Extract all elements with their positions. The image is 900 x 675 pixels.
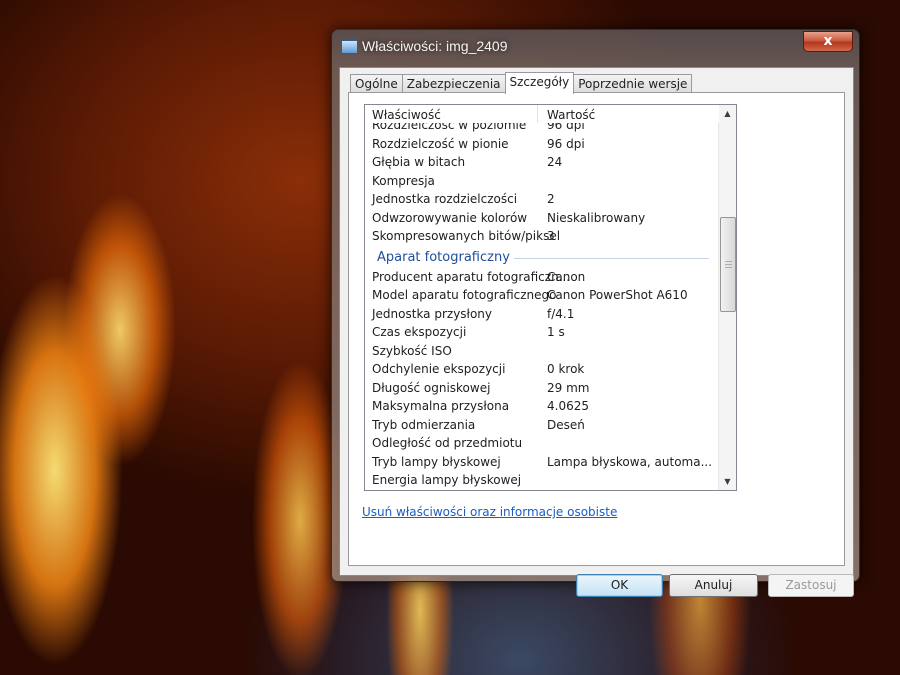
property-value: 96 dpi bbox=[547, 136, 585, 151]
tab-security[interactable]: Zabezpieczenia bbox=[401, 74, 506, 93]
property-value: 24 bbox=[547, 155, 563, 169]
property-value: Lampa błyskowa, automa... bbox=[547, 454, 713, 469]
property-row[interactable]: Odległość od przedmiotu bbox=[365, 434, 719, 453]
property-name: Producent aparatu fotograficzn... bbox=[372, 269, 571, 284]
property-row[interactable]: Tryb lampy błyskowej Lampa błyskowa, auto… bbox=[365, 453, 719, 472]
property-row[interactable]: Rozdzielczość w pionie 96 dpi bbox=[365, 135, 719, 154]
tab-general[interactable]: Ogólne bbox=[350, 74, 403, 93]
property-value: Canon PowerShot A610 bbox=[547, 288, 688, 302]
property-row[interactable]: Odwzorowywanie kolorów Nieskalibrowany bbox=[365, 209, 719, 228]
cancel-button[interactable]: Anuluj bbox=[669, 574, 758, 597]
scroll-down-arrow-icon[interactable]: ▼ bbox=[719, 473, 736, 490]
property-value: f/4.1 bbox=[547, 306, 575, 321]
column-divider[interactable] bbox=[537, 105, 538, 123]
property-name: Kompresja bbox=[372, 173, 435, 188]
tab-previous-versions[interactable]: Poprzednie wersje bbox=[573, 74, 693, 93]
property-row[interactable]: Energia lampy błyskowej bbox=[365, 471, 719, 490]
tab-details[interactable]: Szczegóły bbox=[504, 72, 575, 94]
properties-rows: Rozdzielczość w poziomie 96 dpi Rozdzielcz… bbox=[365, 116, 719, 490]
property-row[interactable]: Szybkość ISO bbox=[365, 342, 719, 361]
property-name: Czas ekspozycji bbox=[372, 325, 467, 339]
property-row[interactable]: Producent aparatu fotograficzn... Canon bbox=[365, 268, 719, 287]
property-value: 1 s bbox=[547, 325, 565, 339]
section-title: Aparat fotograficzny bbox=[377, 249, 514, 265]
ok-button[interactable]: OK bbox=[576, 574, 663, 597]
property-name: Tryb odmierzania bbox=[372, 417, 476, 432]
remove-properties-link[interactable]: Usuń właściwości oraz informacje osobist… bbox=[362, 505, 617, 519]
property-name: Tryb lampy błyskowej bbox=[372, 454, 501, 469]
property-name: Skompresowanych bitów/piksel bbox=[372, 229, 561, 243]
property-name: Model aparatu fotograficznego bbox=[372, 288, 557, 302]
details-tab-page: Rozdzielczość w poziomie 96 dpi Rozdzielcz… bbox=[348, 92, 845, 566]
property-value: 2 bbox=[547, 192, 555, 206]
property-row[interactable]: Odchylenie ekspozycji 0 krok bbox=[365, 360, 719, 379]
grip-icon: ― ― ― bbox=[725, 257, 732, 271]
property-name: Odległość od przedmiotu bbox=[372, 436, 523, 450]
property-name: Odchylenie ekspozycji bbox=[372, 362, 506, 376]
property-row[interactable]: Czas ekspozycji 1 s bbox=[365, 323, 719, 342]
property-row[interactable]: Tryb odmierzania Deseń bbox=[365, 416, 719, 435]
close-button[interactable]: x bbox=[803, 31, 853, 52]
column-header-value[interactable]: Wartość bbox=[547, 108, 595, 122]
property-name: Rozdzielczość w pionie bbox=[372, 136, 509, 151]
window-title: Właściwości: img_2409 bbox=[362, 38, 508, 54]
vertical-scrollbar[interactable]: ▲ ― ― ― ▼ bbox=[718, 105, 736, 490]
property-name: Maksymalna przysłona bbox=[372, 399, 510, 413]
column-header-property[interactable]: Właściwość bbox=[372, 108, 441, 122]
scroll-up-arrow-icon[interactable]: ▲ bbox=[719, 105, 736, 122]
property-name: Odwzorowywanie kolorów bbox=[372, 210, 528, 225]
properties-dialog: Właściwości: img_2409 x Ogólne Zabezpiec… bbox=[331, 29, 860, 597]
property-row[interactable]: Maksymalna przysłona 4.0625 bbox=[365, 397, 719, 416]
property-row[interactable]: Kompresja bbox=[365, 172, 719, 191]
property-row[interactable]: Jednostka przysłony f/4.1 bbox=[365, 305, 719, 324]
property-name: Jednostka przysłony bbox=[372, 306, 493, 321]
property-row[interactable]: Długość ogniskowej 29 mm bbox=[365, 379, 719, 398]
properties-list[interactable]: Rozdzielczość w poziomie 96 dpi Rozdzielcz… bbox=[364, 104, 737, 491]
property-row[interactable]: Skompresowanych bitów/piksel 3 bbox=[365, 227, 719, 246]
property-value: 3 bbox=[547, 229, 555, 243]
scrollbar-thumb[interactable]: ― ― ― bbox=[720, 217, 736, 312]
apply-button[interactable]: Zastosuj bbox=[768, 574, 854, 597]
property-name: Energia lampy błyskowej bbox=[372, 473, 522, 487]
column-header: Właściwość Wartość bbox=[365, 105, 719, 123]
property-value: Nieskalibrowany bbox=[547, 210, 646, 225]
property-row[interactable]: Jednostka rozdzielczości 2 bbox=[365, 190, 719, 209]
tab-strip: Ogólne Zabezpieczenia Szczegóły Poprzedn… bbox=[350, 72, 693, 94]
property-value: Deseń bbox=[547, 417, 585, 432]
property-row[interactable]: Głębia w bitach 24 bbox=[365, 153, 719, 172]
property-name: Szybkość ISO bbox=[372, 343, 452, 358]
property-name: Jednostka rozdzielczości bbox=[372, 192, 518, 206]
property-name: Długość ogniskowej bbox=[372, 380, 491, 395]
property-value: 29 mm bbox=[547, 380, 590, 395]
property-value: Canon bbox=[547, 269, 586, 284]
dialog-body: Ogólne Zabezpieczenia Szczegóły Poprzedn… bbox=[339, 67, 854, 597]
property-value: 0 krok bbox=[547, 362, 585, 376]
property-row[interactable]: Model aparatu fotograficznego Canon Power… bbox=[365, 286, 719, 305]
image-file-icon bbox=[341, 40, 358, 54]
section-camera: Aparat fotograficzny bbox=[365, 246, 719, 268]
property-value: 4.0625 bbox=[547, 399, 589, 413]
property-name: Głębia w bitach bbox=[372, 155, 466, 169]
